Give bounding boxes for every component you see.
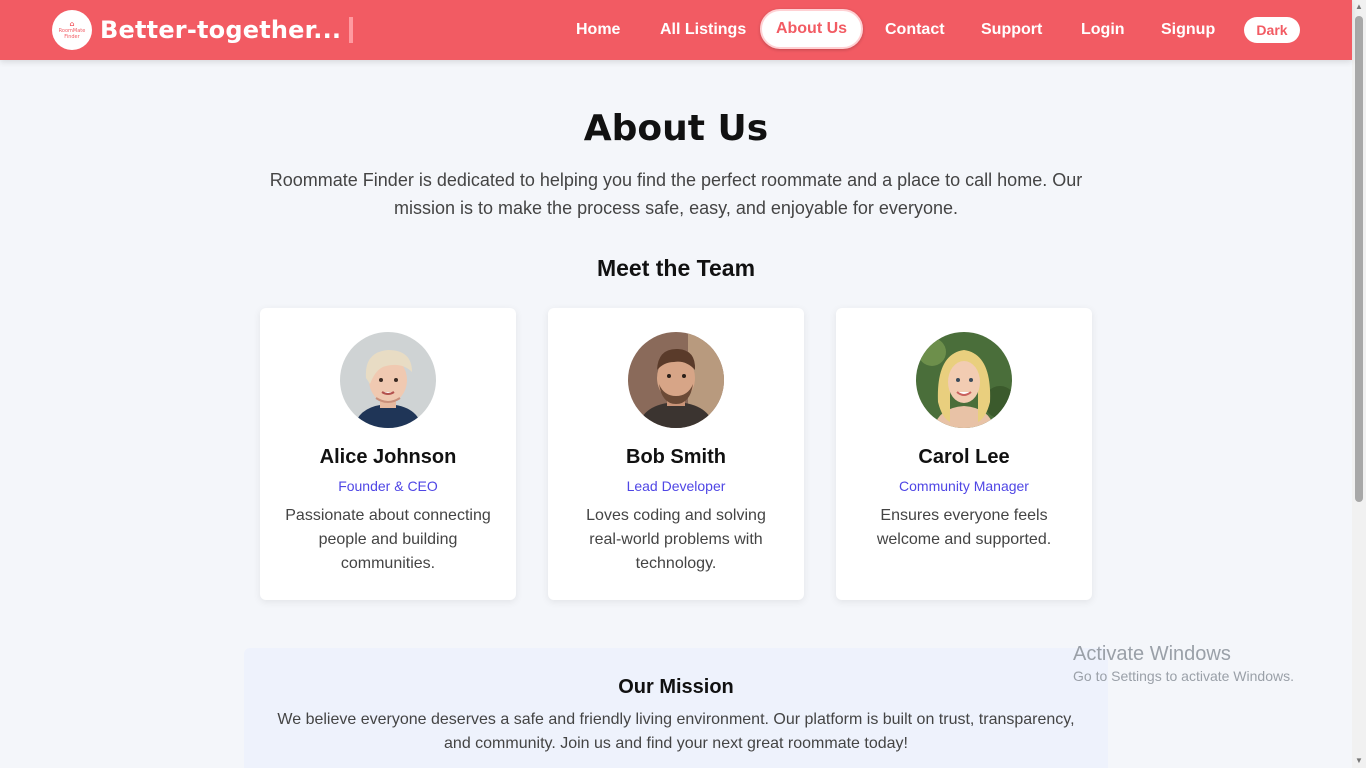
mission-title: Our Mission — [618, 676, 734, 698]
dark-mode-toggle[interactable]: Dark — [1244, 17, 1300, 43]
avatar-photo-bob — [628, 332, 724, 428]
team-card-bob: Bob Smith Lead Developer Loves coding an… — [548, 308, 804, 600]
nav-login[interactable]: Login — [1081, 10, 1125, 50]
member-name: Carol Lee — [918, 446, 1010, 468]
member-role: Lead Developer — [626, 478, 726, 494]
member-name: Alice Johnson — [319, 446, 457, 468]
intro-text: Roommate Finder is dedicated to helping … — [269, 170, 1083, 218]
mission-text: We believe everyone deserves a safe and … — [277, 711, 1075, 752]
nav-about-us[interactable]: About Us — [760, 9, 863, 49]
page-title: About Us — [583, 108, 769, 149]
nav-signup[interactable]: Signup — [1161, 10, 1215, 50]
mission-section: Our Mission We believe everyone deserves… — [244, 648, 1108, 768]
watermark-title: Activate Windows — [1073, 643, 1231, 665]
team-heading: Meet the Team — [596, 255, 756, 281]
navbar: ⌂ RoomMate Finder Better-together... Hom… — [0, 0, 1352, 60]
member-name: Bob Smith — [626, 446, 726, 468]
avatar-photo-carol — [916, 332, 1012, 428]
avatar — [628, 332, 724, 428]
nav-support[interactable]: Support — [981, 10, 1042, 50]
avatar — [340, 332, 436, 428]
team-card-carol: Carol Lee Community Manager Ensures ever… — [836, 308, 1092, 600]
vertical-scrollbar[interactable]: ▲ ▼ — [1352, 0, 1366, 768]
avatar-photo-alice — [340, 332, 436, 428]
scroll-down-arrow-icon[interactable]: ▼ — [1352, 754, 1366, 768]
nav-all-listings[interactable]: All Listings — [660, 10, 746, 50]
watermark-subtitle: Go to Settings to activate Windows. — [1073, 668, 1294, 684]
scroll-thumb[interactable] — [1355, 16, 1363, 502]
scroll-up-arrow-icon[interactable]: ▲ — [1352, 0, 1366, 14]
member-bio: Ensures everyone feels welcome and suppo… — [876, 507, 1052, 548]
team-card-alice: Alice Johnson Founder & CEO Passionate a… — [260, 308, 516, 600]
member-role: Founder & CEO — [338, 478, 438, 494]
member-bio: Loves coding and solving real-world prob… — [586, 507, 766, 572]
activate-windows-watermark: Activate Windows Go to Settings to activ… — [1073, 642, 1294, 686]
avatar — [916, 332, 1012, 428]
member-bio: Passionate about connecting people and b… — [285, 507, 491, 572]
member-role: Community Manager — [899, 478, 1029, 494]
nav-home[interactable]: Home — [576, 10, 620, 50]
nav-contact[interactable]: Contact — [885, 10, 945, 50]
nav-links: Home All Listings Contact Support Login … — [0, 10, 1352, 50]
